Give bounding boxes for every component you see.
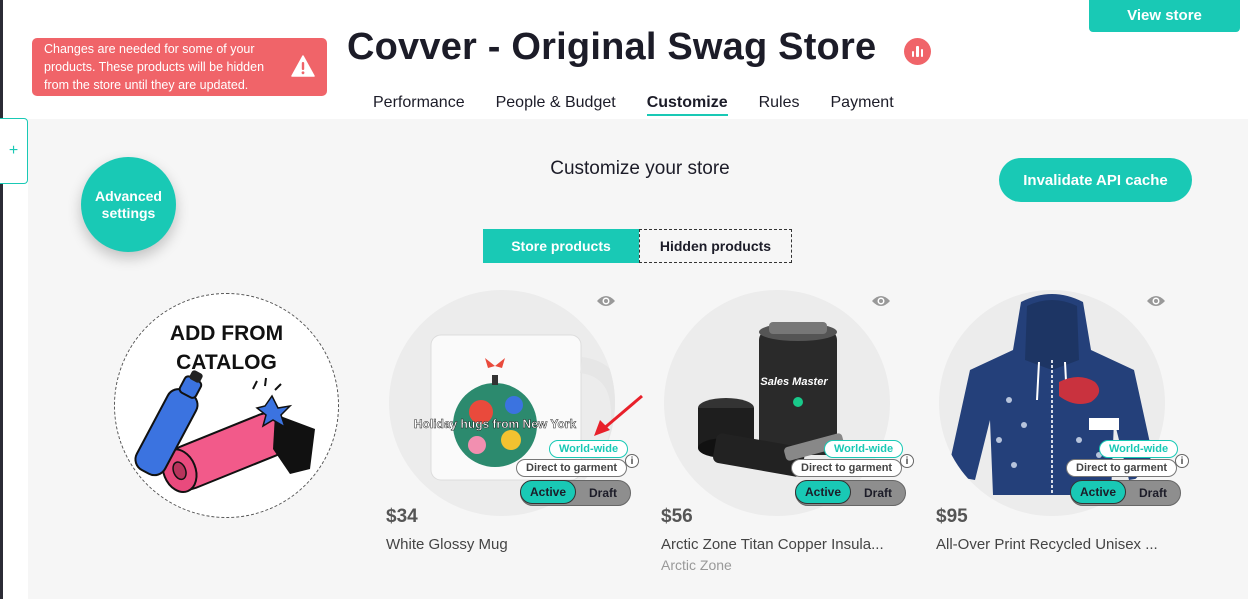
tab-customize[interactable]: Customize — [646, 94, 728, 116]
tab-rules[interactable]: Rules — [759, 94, 800, 116]
draft-option[interactable]: Draft — [851, 481, 905, 505]
draft-option[interactable]: Draft — [576, 481, 630, 505]
store-title: Covver - Original Swag Store — [347, 26, 877, 68]
active-option[interactable]: Active — [520, 480, 576, 504]
eye-icon[interactable] — [596, 294, 616, 308]
product-name: All-Over Print Recycled Unisex ... — [936, 536, 1158, 553]
info-icon[interactable]: i — [625, 454, 639, 468]
left-edge — [0, 0, 3, 599]
products-toggle: Store products Hidden products — [483, 229, 792, 263]
product-name: White Glossy Mug — [386, 536, 508, 553]
product-price: $95 — [936, 506, 968, 527]
world-wide-badge: World-wide — [824, 440, 904, 458]
view-store-button[interactable]: View store — [1089, 0, 1240, 32]
mug-text: Holiday hugs from New York — [414, 417, 577, 431]
annotation-arrow-icon — [594, 394, 643, 436]
status-switch[interactable]: Active Draft — [520, 480, 631, 506]
status-switch[interactable]: Active Draft — [1070, 480, 1181, 506]
active-option[interactable]: Active — [795, 480, 851, 504]
product-price: $34 — [386, 506, 418, 527]
active-option[interactable]: Active — [1070, 480, 1126, 504]
product-card[interactable]: Sales Master World-wide Direct to garmen… — [661, 290, 921, 590]
plus-icon: + — [8, 142, 19, 159]
alert-banner: Changes are needed for some of your prod… — [32, 38, 327, 96]
invalidate-api-cache-button[interactable]: Invalidate API cache — [999, 158, 1192, 202]
hidden-products-toggle[interactable]: Hidden products — [639, 229, 792, 263]
warning-triangle-icon — [291, 55, 315, 77]
product-card[interactable]: World-wide Direct to garment i Active Dr… — [936, 290, 1196, 590]
catalog-illustration — [134, 370, 315, 493]
side-panel-toggle[interactable]: + — [0, 118, 28, 184]
product-price: $56 — [661, 506, 693, 527]
info-icon[interactable]: i — [1175, 454, 1189, 468]
draft-option[interactable]: Draft — [1126, 481, 1180, 505]
product-card[interactable]: Holiday hugs from New York World-wide Di… — [386, 290, 646, 590]
product-brand: Arctic Zone — [661, 557, 732, 573]
world-wide-badge: World-wide — [549, 440, 629, 458]
direct-to-garment-badge: Direct to garment — [1066, 459, 1178, 477]
status-switch[interactable]: Active Draft — [795, 480, 906, 506]
eye-icon[interactable] — [871, 294, 891, 308]
alert-text: Changes are needed for some of your prod… — [44, 42, 265, 92]
tab-payment[interactable]: Payment — [831, 94, 894, 116]
world-wide-badge: World-wide — [1099, 440, 1179, 458]
info-icon[interactable]: i — [900, 454, 914, 468]
product-name: Arctic Zone Titan Copper Insula... — [661, 536, 884, 553]
direct-to-garment-badge: Direct to garment — [791, 459, 903, 477]
tab-performance[interactable]: Performance — [373, 94, 465, 116]
direct-to-garment-badge: Direct to garment — [516, 459, 628, 477]
tab-people-budget[interactable]: People & Budget — [496, 94, 616, 116]
bar-chart-icon[interactable] — [904, 38, 931, 65]
add-from-catalog-button[interactable]: ADD FROM CATALOG — [114, 293, 339, 518]
eye-icon[interactable] — [1146, 294, 1166, 308]
store-products-toggle[interactable]: Store products — [483, 229, 639, 263]
can-text: Sales Master — [760, 376, 828, 388]
store-tabs: Performance People & Budget Customize Ru… — [373, 94, 925, 116]
